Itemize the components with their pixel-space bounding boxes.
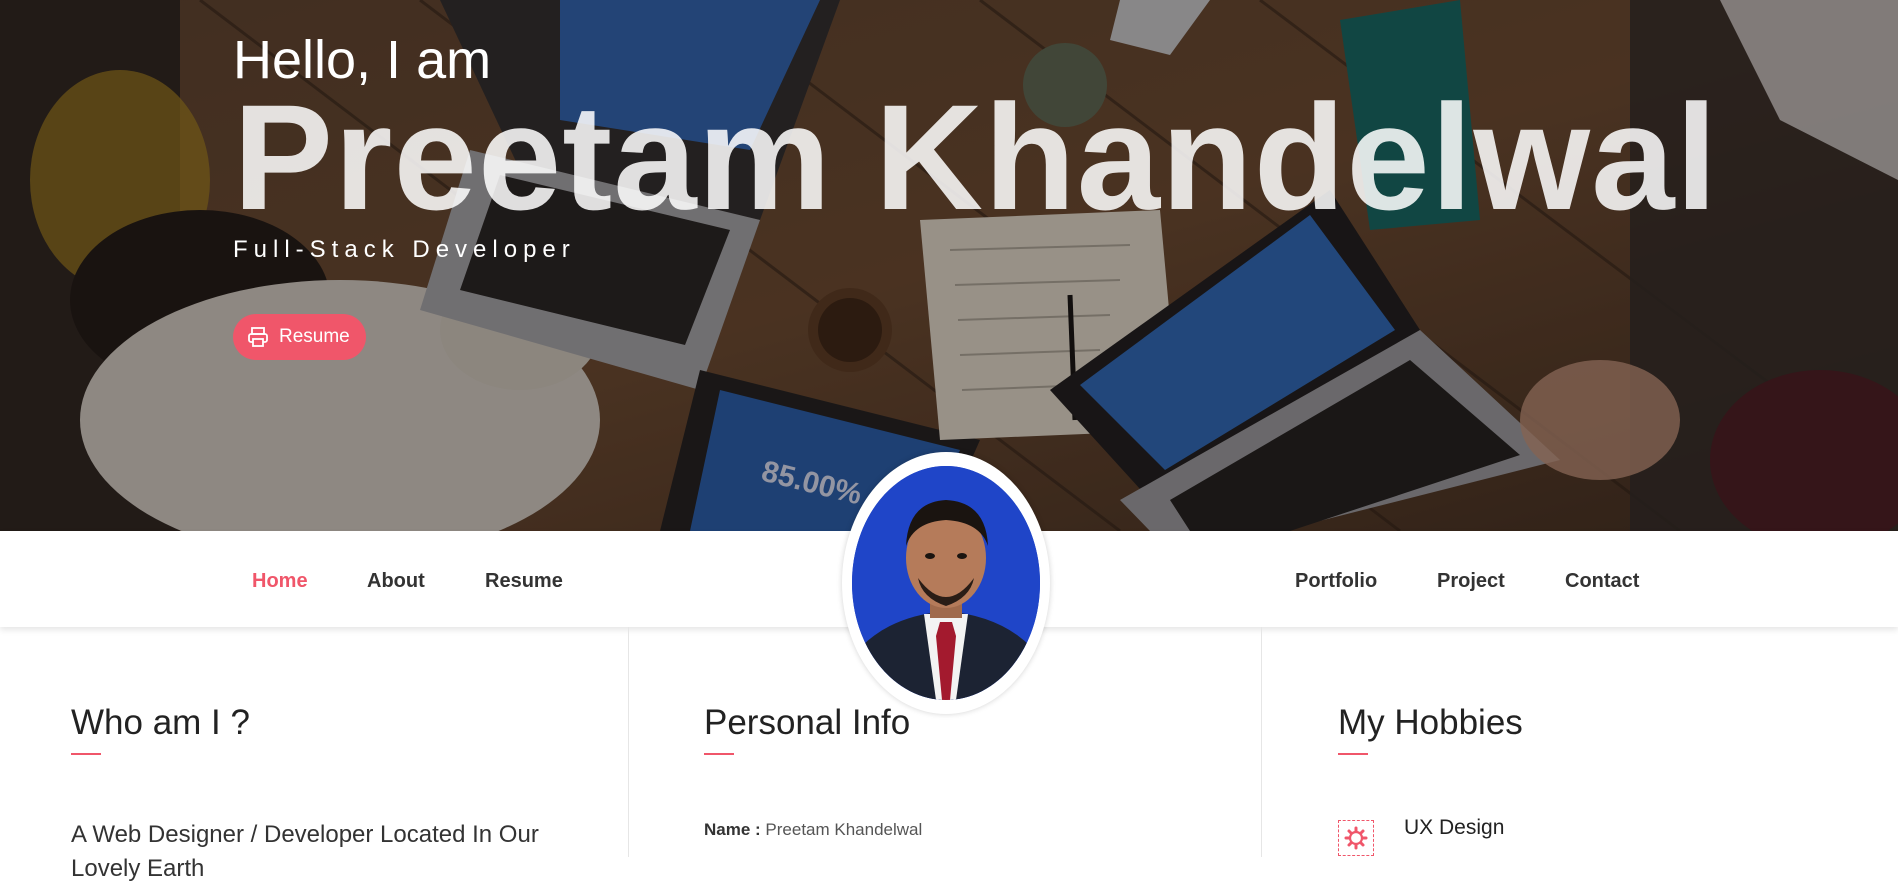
profile-avatar-frame [842, 452, 1050, 714]
about-title-underline [71, 753, 101, 755]
avatar [852, 466, 1040, 700]
about-title: Who am I ? [71, 703, 250, 742]
nav-portfolio[interactable]: Portfolio [1295, 569, 1377, 593]
nav-project[interactable]: Project [1437, 569, 1505, 593]
name-value: Preetam Khandelwal [765, 820, 923, 839]
hobbies-title-underline [1338, 753, 1368, 755]
printer-icon [247, 326, 269, 348]
nav-contact[interactable]: Contact [1565, 569, 1639, 593]
gear-icon [1338, 820, 1374, 856]
personal-info-name-row: Name : Preetam Khandelwal [704, 820, 922, 840]
resume-button-label: Resume [279, 326, 350, 347]
hobbies-title: My Hobbies [1338, 703, 1523, 742]
column-divider [1261, 627, 1262, 857]
hobby-label-ux-design: UX Design [1404, 816, 1505, 839]
column-divider [628, 627, 629, 857]
nav-resume[interactable]: Resume [485, 569, 563, 593]
hero-role: Full-Stack Developer [233, 236, 576, 263]
name-label: Name : [704, 820, 761, 839]
personal-info-title: Personal Info [704, 703, 911, 742]
nav-home[interactable]: Home [252, 569, 308, 593]
resume-button[interactable]: Resume [233, 314, 366, 360]
hero-name: Preetam Khandelwal [233, 73, 1719, 241]
personal-info-title-underline [704, 753, 734, 755]
hobby-description-partial [1404, 849, 1824, 857]
nav-about[interactable]: About [367, 569, 425, 593]
about-text: A Web Designer / Developer Located In Ou… [71, 821, 539, 882]
